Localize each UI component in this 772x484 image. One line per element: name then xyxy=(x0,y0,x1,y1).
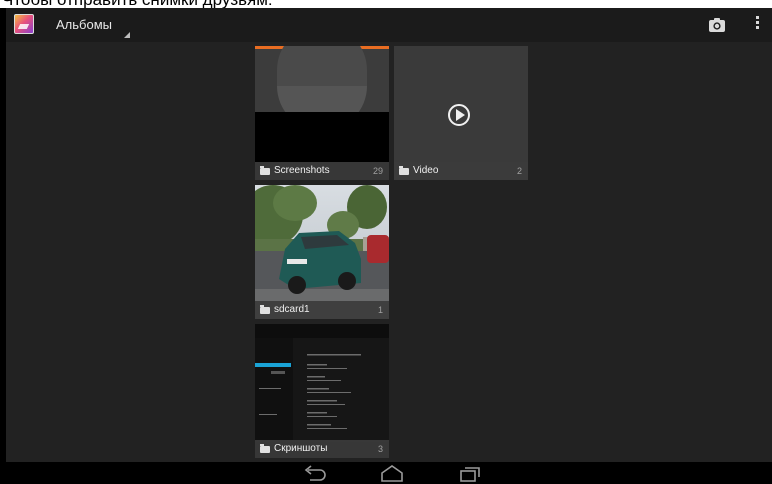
system-navigation-bar xyxy=(6,462,772,484)
back-icon[interactable] xyxy=(302,464,326,482)
album-tile-screenshots[interactable]: Screenshots 29 xyxy=(255,46,389,180)
album-thumbnail xyxy=(255,46,389,180)
album-spinner-title[interactable]: Альбомы xyxy=(56,18,112,32)
album-count: 3 xyxy=(377,444,383,454)
album-tile-video[interactable]: Video 2 xyxy=(394,46,528,180)
album-tile-sdcard1[interactable]: sdcard1 1 xyxy=(255,185,389,319)
album-count: 29 xyxy=(372,166,383,176)
tablet-screen: Альбомы Screenshots 29 Video 2 sdcard1 1… xyxy=(6,8,772,484)
folder-icon xyxy=(260,305,270,314)
album-count: 1 xyxy=(377,305,383,315)
action-bar: Альбомы xyxy=(6,8,772,42)
album-thumbnail xyxy=(255,324,389,458)
album-name: Video xyxy=(413,165,439,176)
album-grid: Screenshots 29 Video 2 sdcard1 1 Скриншо… xyxy=(6,42,772,462)
spinner-arrow-icon[interactable] xyxy=(124,32,130,38)
overflow-menu-icon[interactable] xyxy=(754,16,760,34)
album-label-bar: Скриншоты 3 xyxy=(255,440,389,458)
tutorial-caption-text: Чтобы отправить снимки друзьям: xyxy=(2,0,273,8)
album-label-bar: Screenshots 29 xyxy=(255,162,389,180)
folder-icon xyxy=(399,166,409,175)
album-thumbnail xyxy=(255,185,389,319)
album-name: Screenshots xyxy=(274,165,330,176)
album-count: 2 xyxy=(516,166,522,176)
album-tile-skrinshoty[interactable]: Скриншоты 3 xyxy=(255,324,389,458)
gallery-app-icon[interactable] xyxy=(14,14,34,34)
folder-icon xyxy=(260,166,270,175)
album-thumbnail xyxy=(394,46,528,180)
album-label-bar: sdcard1 1 xyxy=(255,301,389,319)
album-name: sdcard1 xyxy=(274,304,310,315)
camera-icon[interactable] xyxy=(708,17,726,33)
album-name: Скриншоты xyxy=(274,443,328,454)
folder-icon xyxy=(260,444,270,453)
album-label-bar: Video 2 xyxy=(394,162,528,180)
tutorial-caption: Чтобы отправить снимки друзьям: xyxy=(0,0,772,8)
home-icon[interactable] xyxy=(380,464,404,482)
recents-icon[interactable] xyxy=(458,464,482,482)
